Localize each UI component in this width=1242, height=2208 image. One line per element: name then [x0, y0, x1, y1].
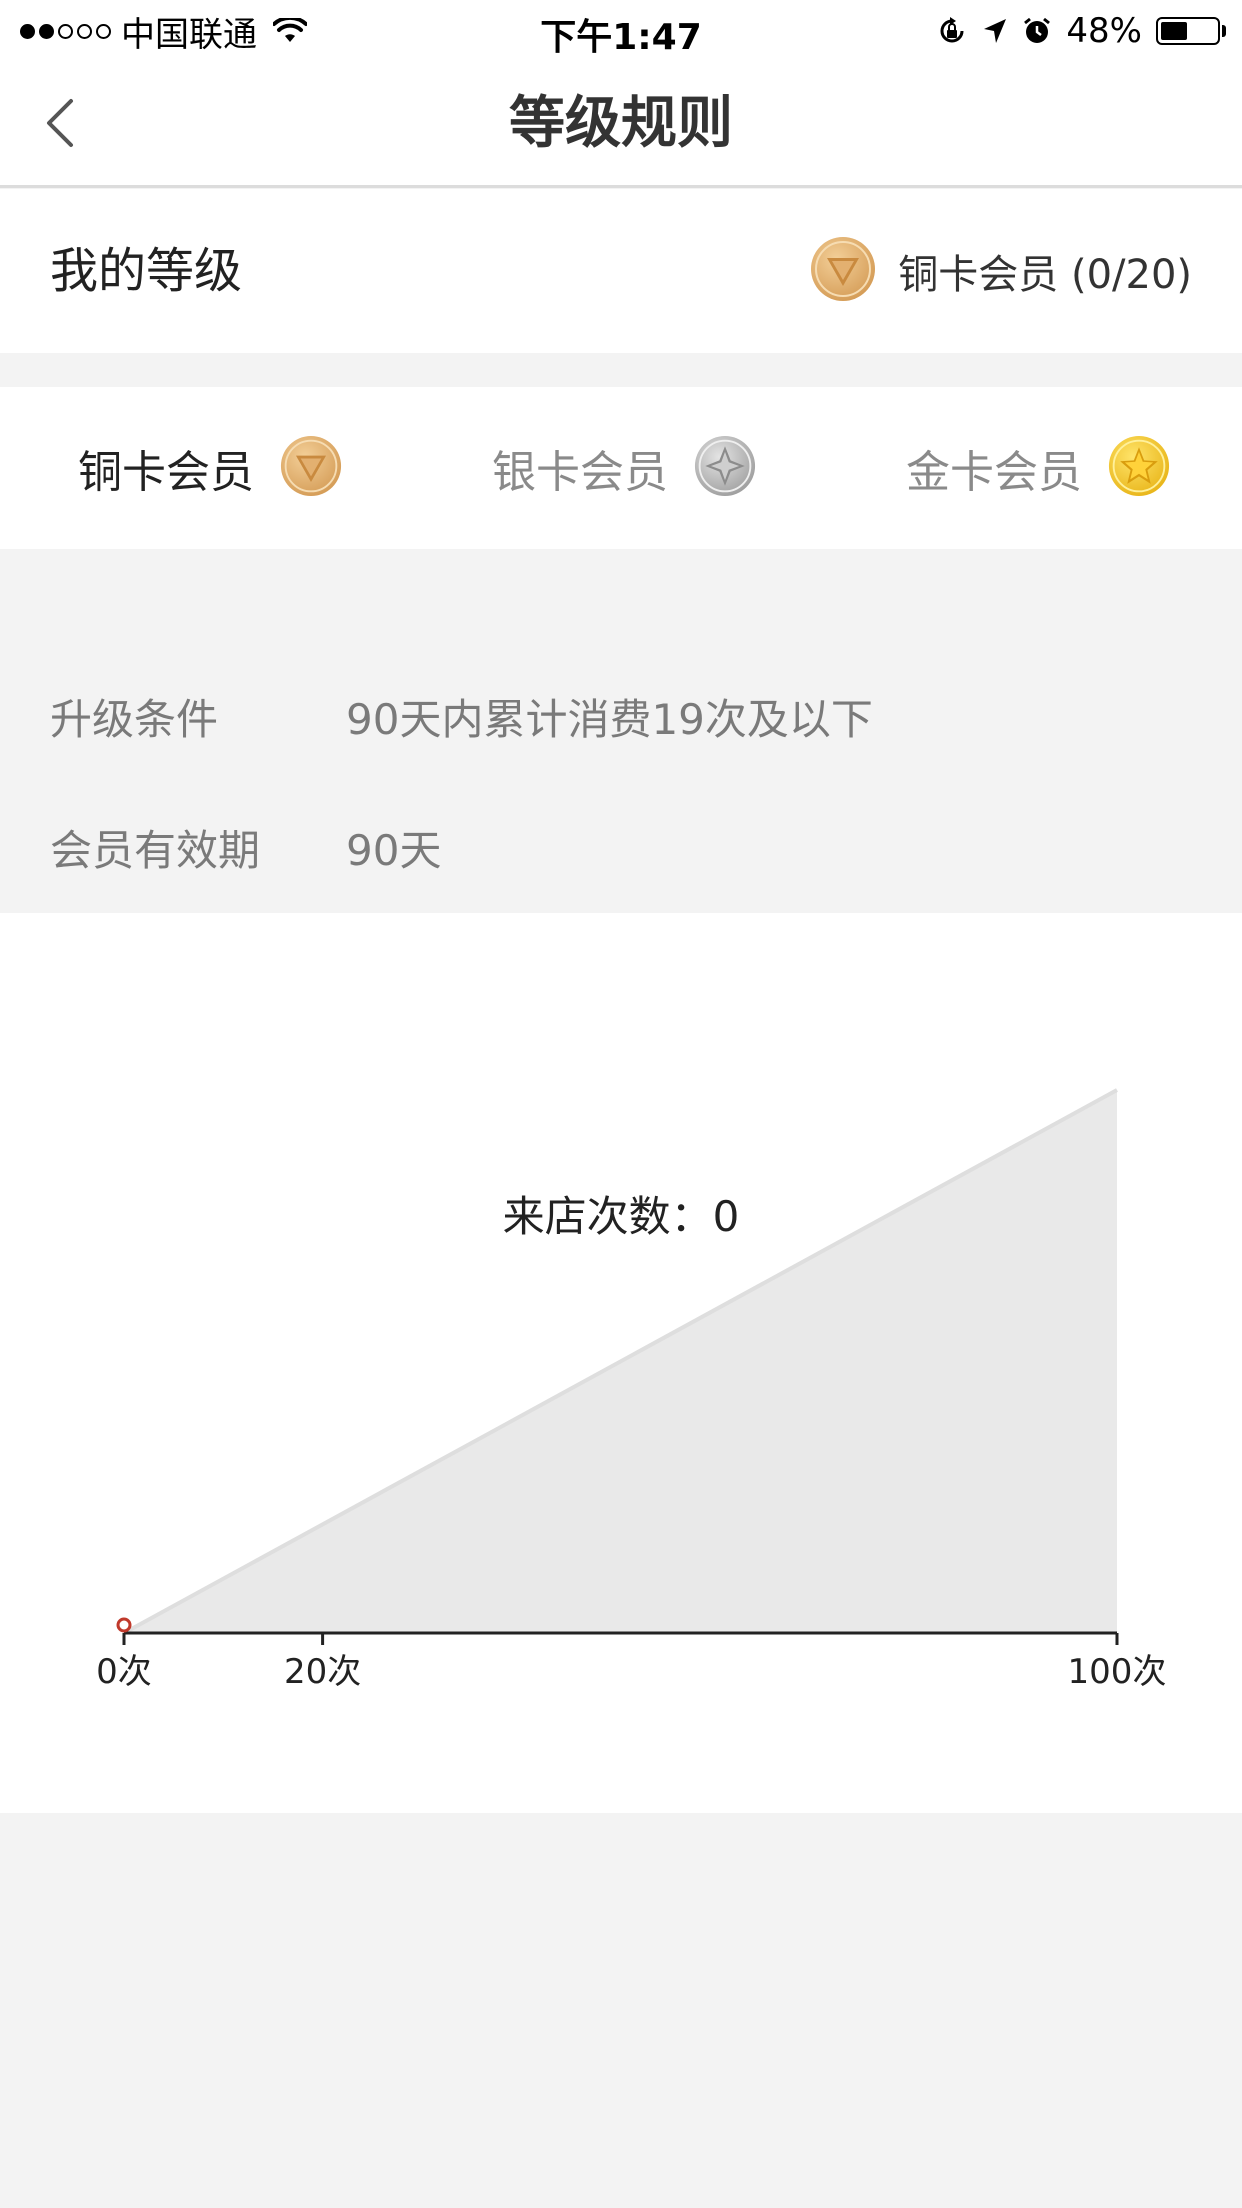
battery-percent: 48% [1066, 11, 1142, 51]
status-bar: 中国联通 下午1:47 48% [0, 0, 1242, 62]
upgrade-condition-row: 升级条件 90天内累计消费19次及以下 [50, 686, 873, 746]
bronze-medal-icon [280, 435, 342, 501]
silver-medal-icon [694, 435, 756, 501]
visit-progress-chart: 0次 20次 100次 来店次数：0 [0, 913, 1242, 1813]
visit-count-annotation: 来店次数：0 [502, 1192, 740, 1241]
battery-body [1156, 17, 1220, 45]
chart-canvas: 0次 20次 100次 [96, 1088, 1167, 1692]
battery-fill [1161, 22, 1187, 40]
location-arrow-icon [982, 17, 1008, 45]
status-right: 48% [936, 10, 1226, 52]
upgrade-condition-label: 升级条件 [50, 694, 219, 744]
gold-medal-icon [1108, 435, 1170, 501]
orientation-lock-icon [936, 15, 968, 47]
x-axis-tick-label: 20次 [284, 1652, 361, 1692]
battery-icon [1156, 17, 1226, 45]
page-background [0, 1813, 1242, 2208]
upgrade-condition-value: 90天内累计消费19次及以下 [346, 694, 873, 744]
my-level-row: 我的等级 铜卡会员 (0/20) [0, 189, 1242, 353]
my-level-value-group: 铜卡会员 (0/20) [810, 189, 1192, 353]
tab-bronze-member[interactable]: 铜卡会员 [78, 387, 342, 549]
validity-row: 会员有效期 90天 [50, 817, 441, 877]
tab-label: 金卡会员 [906, 447, 1082, 498]
page-title: 等级规则 [509, 91, 733, 156]
my-level-value: 铜卡会员 (0/20) [898, 252, 1192, 298]
alarm-icon [1022, 16, 1052, 46]
navigation-bar: 等级规则 [0, 62, 1242, 188]
tab-label: 银卡会员 [492, 447, 668, 498]
validity-value: 90天 [346, 825, 442, 875]
bronze-medal-icon [810, 236, 876, 306]
x-axis-tick-label: 100次 [1068, 1652, 1167, 1692]
tier-tabs: 铜卡会员 银卡会员 金卡会员 [0, 387, 1242, 549]
validity-label: 会员有效期 [50, 825, 261, 875]
my-level-label: 我的等级 [50, 243, 243, 299]
x-axis-tick-label: 0次 [96, 1652, 152, 1692]
tab-gold-member[interactable]: 金卡会员 [906, 387, 1170, 549]
battery-tip [1222, 25, 1226, 37]
tab-silver-member[interactable]: 银卡会员 [492, 387, 756, 549]
tab-label: 铜卡会员 [78, 447, 254, 498]
current-position-marker [116, 1617, 132, 1633]
